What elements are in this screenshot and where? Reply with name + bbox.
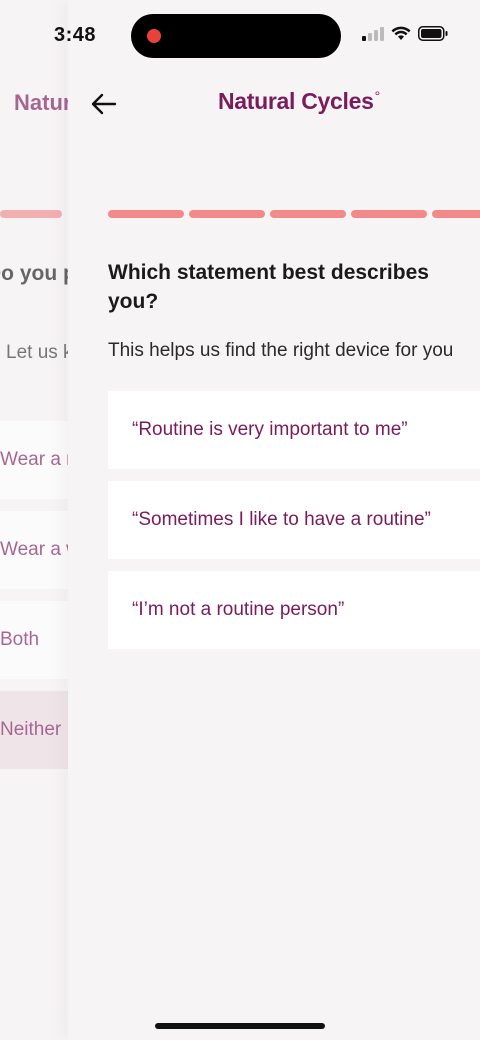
- answer-options: “Routine is very important to me” “Somet…: [108, 391, 480, 661]
- app-logo: Natural Cycles°: [218, 88, 380, 115]
- option-routine-important[interactable]: “Routine is very important to me”: [108, 391, 480, 469]
- dynamic-island: [131, 14, 341, 58]
- recording-indicator-icon: [147, 29, 161, 43]
- progress-segment: [351, 210, 427, 218]
- option-not-routine-person[interactable]: “I’m not a routine person”: [108, 571, 480, 649]
- wifi-icon: [391, 26, 411, 40]
- progress-segment: [108, 210, 184, 218]
- progress-segment: [432, 210, 480, 218]
- question-subtitle: This helps us find the right device for …: [108, 340, 454, 361]
- progress-bar: [108, 210, 480, 218]
- option-sometimes-routine[interactable]: “Sometimes I like to have a routine”: [108, 481, 480, 559]
- progress-segment: [189, 210, 265, 218]
- app-screen: 3:48 Natural Cycles°: [0, 0, 480, 1040]
- back-button[interactable]: [88, 88, 120, 120]
- app-logo-text: Natural Cycles: [218, 88, 374, 114]
- status-icons: [362, 26, 448, 41]
- status-bar: 3:48: [0, 0, 480, 72]
- arrow-left-icon: [91, 93, 117, 115]
- progress-segment: [270, 210, 346, 218]
- logo-mark: °: [374, 88, 381, 104]
- home-indicator[interactable]: [155, 1023, 325, 1029]
- cellular-signal-icon: [362, 26, 384, 41]
- question-heading: Which statement best describes you?: [108, 261, 429, 313]
- battery-icon: [418, 26, 448, 41]
- status-time: 3:48: [54, 24, 97, 46]
- current-screen: Natural Cycles° Which statement best des…: [68, 0, 480, 1040]
